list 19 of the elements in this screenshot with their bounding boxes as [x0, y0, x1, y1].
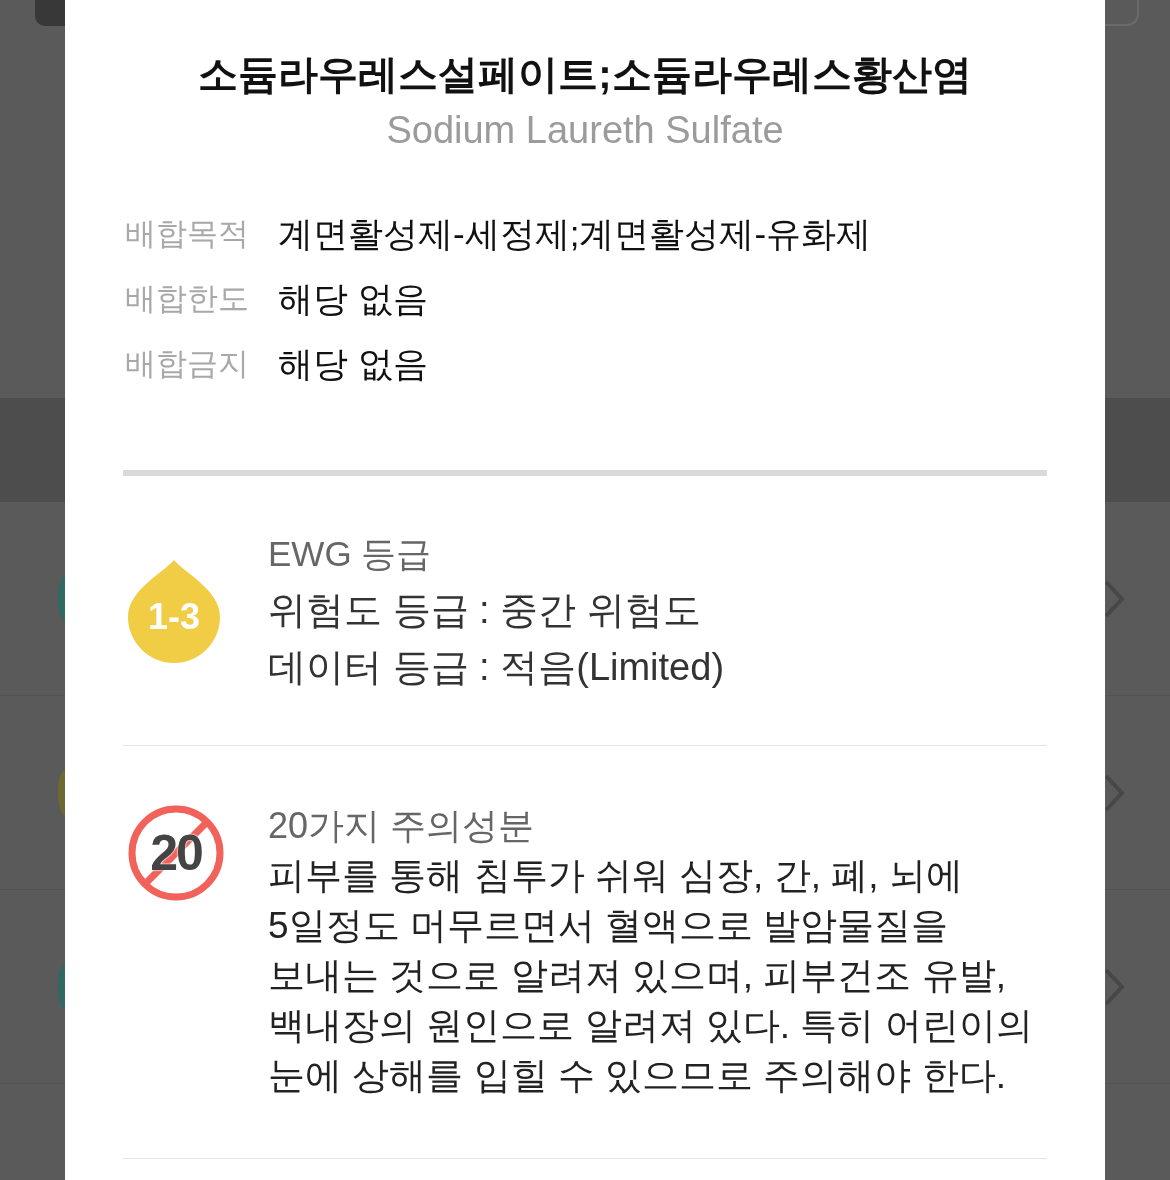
ewg-grade-badge: 1-3: [128, 558, 220, 663]
section-title: EWG 등급: [268, 533, 433, 575]
tab-edge: [1105, 0, 1139, 26]
detail-value: 해당 없음: [278, 278, 428, 321]
ingredient-title: 소듐라우레스설페이트;소듐라우레스황산염: [197, 51, 973, 98]
ingredient-english-name: Sodium Laureth Sulfate: [385, 108, 785, 153]
chevron-right-icon: [1105, 579, 1125, 618]
detail-label: 배합목적: [124, 215, 250, 254]
chevron-right-icon: [1105, 773, 1125, 812]
grade-line: 위험도 등급 : 중간 위험도: [268, 588, 702, 633]
chevron-right-icon: [1105, 967, 1125, 1006]
caution-description: 피부를 통해 침투가 쉬워 심장, 간, 폐, 뇌에 5일정도 머무르면서 혈액으로 발암물질을 보내는 것으로 알려져 있으며, 피부건조 유발, 백내장의 원인으로 알려져 있다. 특히 어린이의 눈에 상해를 입힐 수 있으므로 주의해야 한다.: [268, 854, 1034, 1098]
detail-label: 배합한도: [124, 280, 250, 319]
detail-value: 계면활성제-세정제;계면활성제-유화제: [278, 213, 872, 256]
grade-line: 데이터 등급 : 적음(Limited): [268, 645, 726, 690]
section-title: 20가지 주의성분: [268, 804, 536, 848]
detail-label: 배합금지: [124, 345, 250, 384]
detail-value: 해당 없음: [278, 343, 428, 386]
tab-edge: [35, 0, 65, 26]
